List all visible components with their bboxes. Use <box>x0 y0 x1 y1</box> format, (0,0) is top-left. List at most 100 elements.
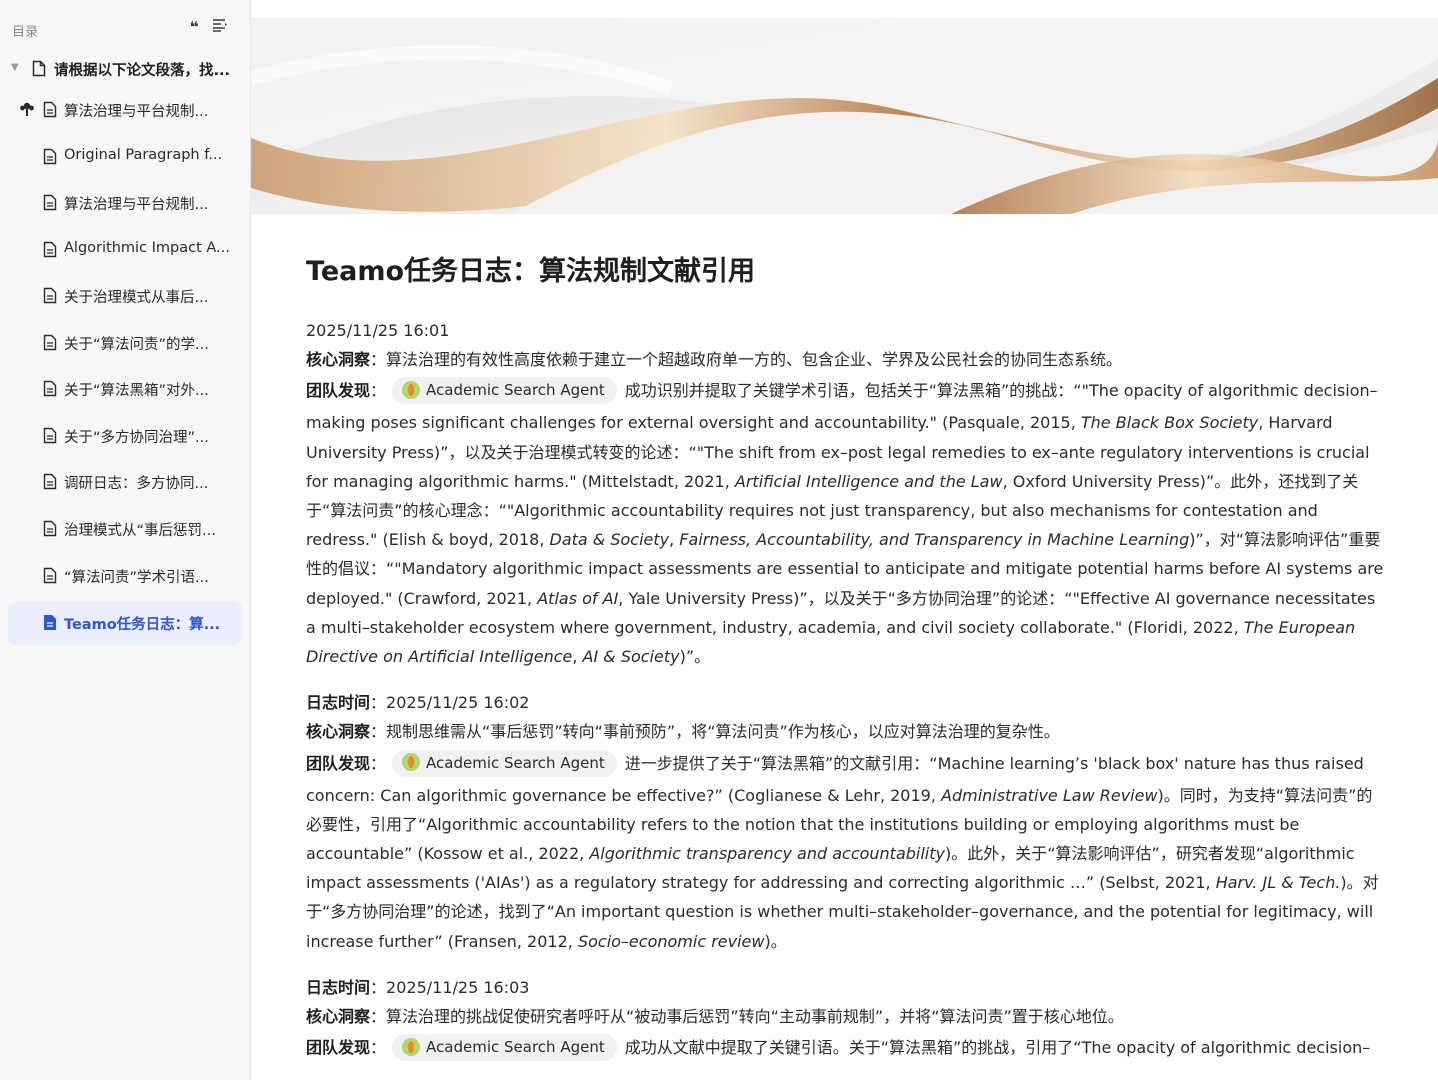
finding-text-part: , <box>572 647 583 666</box>
finding-lead: 进一步提供了关于“算法黑箱”的文献引用：“Machine learning’s … <box>624 753 1364 773</box>
quote-icon[interactable]: ❝ <box>185 18 203 36</box>
log-time-label: 日志时间 <box>306 977 371 997</box>
tree-item-10[interactable]: 治理模式从“事后惩罚... <box>8 507 242 551</box>
finding-line: 团队发现： Academic Search Agent 成功从文献中提取了关键引语。… <box>306 1031 1384 1065</box>
insight-line: 核心洞察：规制思维需从“事后惩罚”转向“事前预防”，将“算法问责”作为核心，以应… <box>306 717 1384 746</box>
log-entry: 日志时间：2025/11/25 16:03 核心洞察：算法治理的挑战促使研究者呼… <box>306 973 1384 1065</box>
insight-text: 算法治理的有效性高度依赖于建立一个超越政府单一方的、包含企业、学界及公民社会的协… <box>386 350 1123 370</box>
citation-title: Atlas of AI <box>537 588 619 608</box>
log-time-label: 日志时间 <box>306 693 371 713</box>
log-time: 2025/11/25 16:01 <box>306 321 450 340</box>
finding-line: 团队发现： Academic Search Agent 进一步提供了关于“算法黑箱”… <box>306 747 1384 781</box>
colon: ： <box>370 381 387 401</box>
colon: ： <box>370 753 387 773</box>
log-time: 2025/11/25 16:03 <box>386 977 530 997</box>
log-entry: 2025/11/25 16:01 核心洞察：算法治理的有效性高度依赖于建立一个超… <box>306 316 1384 671</box>
finding-lead: 成功从文献中提取了关键引语。关于“算法黑箱”的挑战，引用了“The opacit… <box>624 1038 1371 1058</box>
agent-name: Academic Search Agent <box>426 753 605 772</box>
tree-item-label: Teamo任务日志：算... <box>64 617 221 633</box>
finding-line: 团队发现： Academic Search Agent 成功识别并提取了关键学术引语… <box>306 374 1384 408</box>
document-lines-icon <box>43 194 57 215</box>
tree-item-label: 关于“多方协同治理”... <box>64 430 209 446</box>
agent-chip[interactable]: Academic Search Agent <box>392 749 617 777</box>
document-lines-icon <box>43 520 57 541</box>
citation-title: Fairness, Accountability, and Transparen… <box>679 530 1190 550</box>
insight-line: 核心洞察：算法治理的挑战促使研究者呼吁从“被动事后惩罚”转向“主动事前规制”，并… <box>306 1002 1384 1031</box>
tree-item-label: “算法问责”学术引语... <box>64 570 209 586</box>
document-lines-icon <box>43 287 57 308</box>
page-title: Teamo任务日志：算法规制文献引用 <box>306 256 756 287</box>
sidebar-title: 目录 <box>12 25 39 40</box>
branch-icon[interactable] <box>19 101 35 121</box>
citation-title: Data & Society <box>549 530 670 550</box>
finding-text-part: )”。 <box>679 647 711 666</box>
agent-avatar-icon <box>402 1037 421 1056</box>
colon: ： <box>370 1006 387 1026</box>
caret-down-icon[interactable]: ▼ <box>11 62 19 73</box>
citation-title: Administrative Law Review <box>941 785 1158 805</box>
tree-item-label: 调研日志：多方协同... <box>64 476 209 492</box>
document-lines-icon <box>43 334 57 355</box>
cover-image <box>251 18 1438 214</box>
finding-text: concern: Can algorithmic governance be e… <box>306 781 1384 956</box>
tree-item-label: 关于“算法黑箱”对外... <box>64 383 209 399</box>
insight-text: 算法治理的挑战促使研究者呼吁从“被动事后惩罚”转向“主动事前规制”，并将“算法问… <box>386 1006 1124 1026</box>
agent-avatar-icon <box>402 380 421 399</box>
finding-text-part: )。 <box>764 931 787 951</box>
sidebar: 目录 ❝ ▼ 请根据以下论文段落，找... 算法治理与平台规制... Origi… <box>0 0 251 1080</box>
document-icon <box>32 60 46 81</box>
tree-item-4[interactable]: Algorithmic Impact A... <box>8 228 242 272</box>
outline-toggle-icon[interactable] <box>211 18 229 36</box>
tree-root-item[interactable]: ▼ 请根据以下论文段落，找... <box>0 52 251 86</box>
agent-name: Academic Search Agent <box>426 1038 605 1057</box>
insight-label: 核心洞察 <box>306 722 371 742</box>
insight-label: 核心洞察 <box>306 1006 371 1026</box>
tree-item-label: 关于“算法问责”的学... <box>64 337 209 353</box>
agent-avatar-icon <box>402 753 421 772</box>
tree-item-5[interactable]: 关于治理模式从事后... <box>8 274 242 318</box>
insight-line: 核心洞察：算法治理的有效性高度依赖于建立一个超越政府单一方的、包含企业、学界及公… <box>306 345 1384 374</box>
agent-chip[interactable]: Academic Search Agent <box>392 377 617 405</box>
finding-lead: 成功识别并提取了关键学术引语，包括关于“算法黑箱”的挑战：“"The opaci… <box>624 381 1378 401</box>
finding-text: making poses significant challenges for … <box>306 408 1384 671</box>
colon: ： <box>370 350 387 370</box>
document-lines-icon <box>43 241 57 262</box>
tree-item-1[interactable]: 算法治理与平台规制... <box>8 88 242 132</box>
document-lines-icon <box>43 473 57 494</box>
document-lines-icon <box>43 427 57 448</box>
log-time: 2025/11/25 16:02 <box>386 693 530 713</box>
tree-item-11[interactable]: “算法问责”学术引语... <box>8 554 242 598</box>
tree-item-label: 算法治理与平台规制... <box>64 104 209 120</box>
tree-item-12-active[interactable]: Teamo任务日志：算... <box>8 601 242 645</box>
tree-item-9[interactable]: 调研日志：多方协同... <box>8 460 242 504</box>
colon: ： <box>370 977 387 997</box>
tree-item-2[interactable]: Original Paragraph f... <box>8 135 242 179</box>
citation-title: AI & Society <box>582 647 680 666</box>
finding-label: 团队发现 <box>306 381 371 401</box>
tree-item-3[interactable]: 算法治理与平台规制... <box>8 181 242 225</box>
citation-title: Socio–economic review <box>577 931 765 951</box>
colon: ： <box>370 722 387 742</box>
log-entry: 日志时间：2025/11/25 16:02 核心洞察：规制思维需从“事后惩罚”转… <box>306 688 1384 956</box>
citation-title: Harv. JL & Tech. <box>1215 873 1341 893</box>
document-lines-icon <box>43 101 57 122</box>
agent-name: Academic Search Agent <box>426 381 605 400</box>
colon: ： <box>370 693 387 713</box>
tree-item-6[interactable]: 关于“算法问责”的学... <box>8 321 242 365</box>
finding-text-part: concern: Can algorithmic governance be e… <box>306 785 942 805</box>
tree-item-8[interactable]: 关于“多方协同治理”... <box>8 414 242 458</box>
agent-chip[interactable]: Academic Search Agent <box>392 1034 617 1062</box>
tree-item-label: 算法治理与平台规制... <box>64 197 209 213</box>
insight-text: 规制思维需从“事后惩罚”转向“事前预防”，将“算法问责”作为核心，以应对算法治理… <box>386 722 1060 742</box>
finding-label: 团队发现 <box>306 753 371 773</box>
finding-label: 团队发现 <box>306 1038 371 1058</box>
main-content: Teamo任务日志：算法规制文献引用 2025/11/25 16:01 核心洞察… <box>251 0 1438 1080</box>
citation-title: The Black Box Society <box>1080 413 1259 433</box>
sidebar-header: 目录 ❝ <box>0 0 251 58</box>
finding-text-part: , <box>669 530 680 550</box>
log-time-line: 日志时间：2025/11/25 16:03 <box>306 973 1384 1002</box>
document-body: Teamo任务日志：算法规制文献引用 2025/11/25 16:01 核心洞察… <box>306 250 1384 1065</box>
tree-item-7[interactable]: 关于“算法黑箱”对外... <box>8 367 242 411</box>
insight-label: 核心洞察 <box>306 350 371 370</box>
finding-text-part: making poses significant challenges for … <box>306 413 1081 433</box>
